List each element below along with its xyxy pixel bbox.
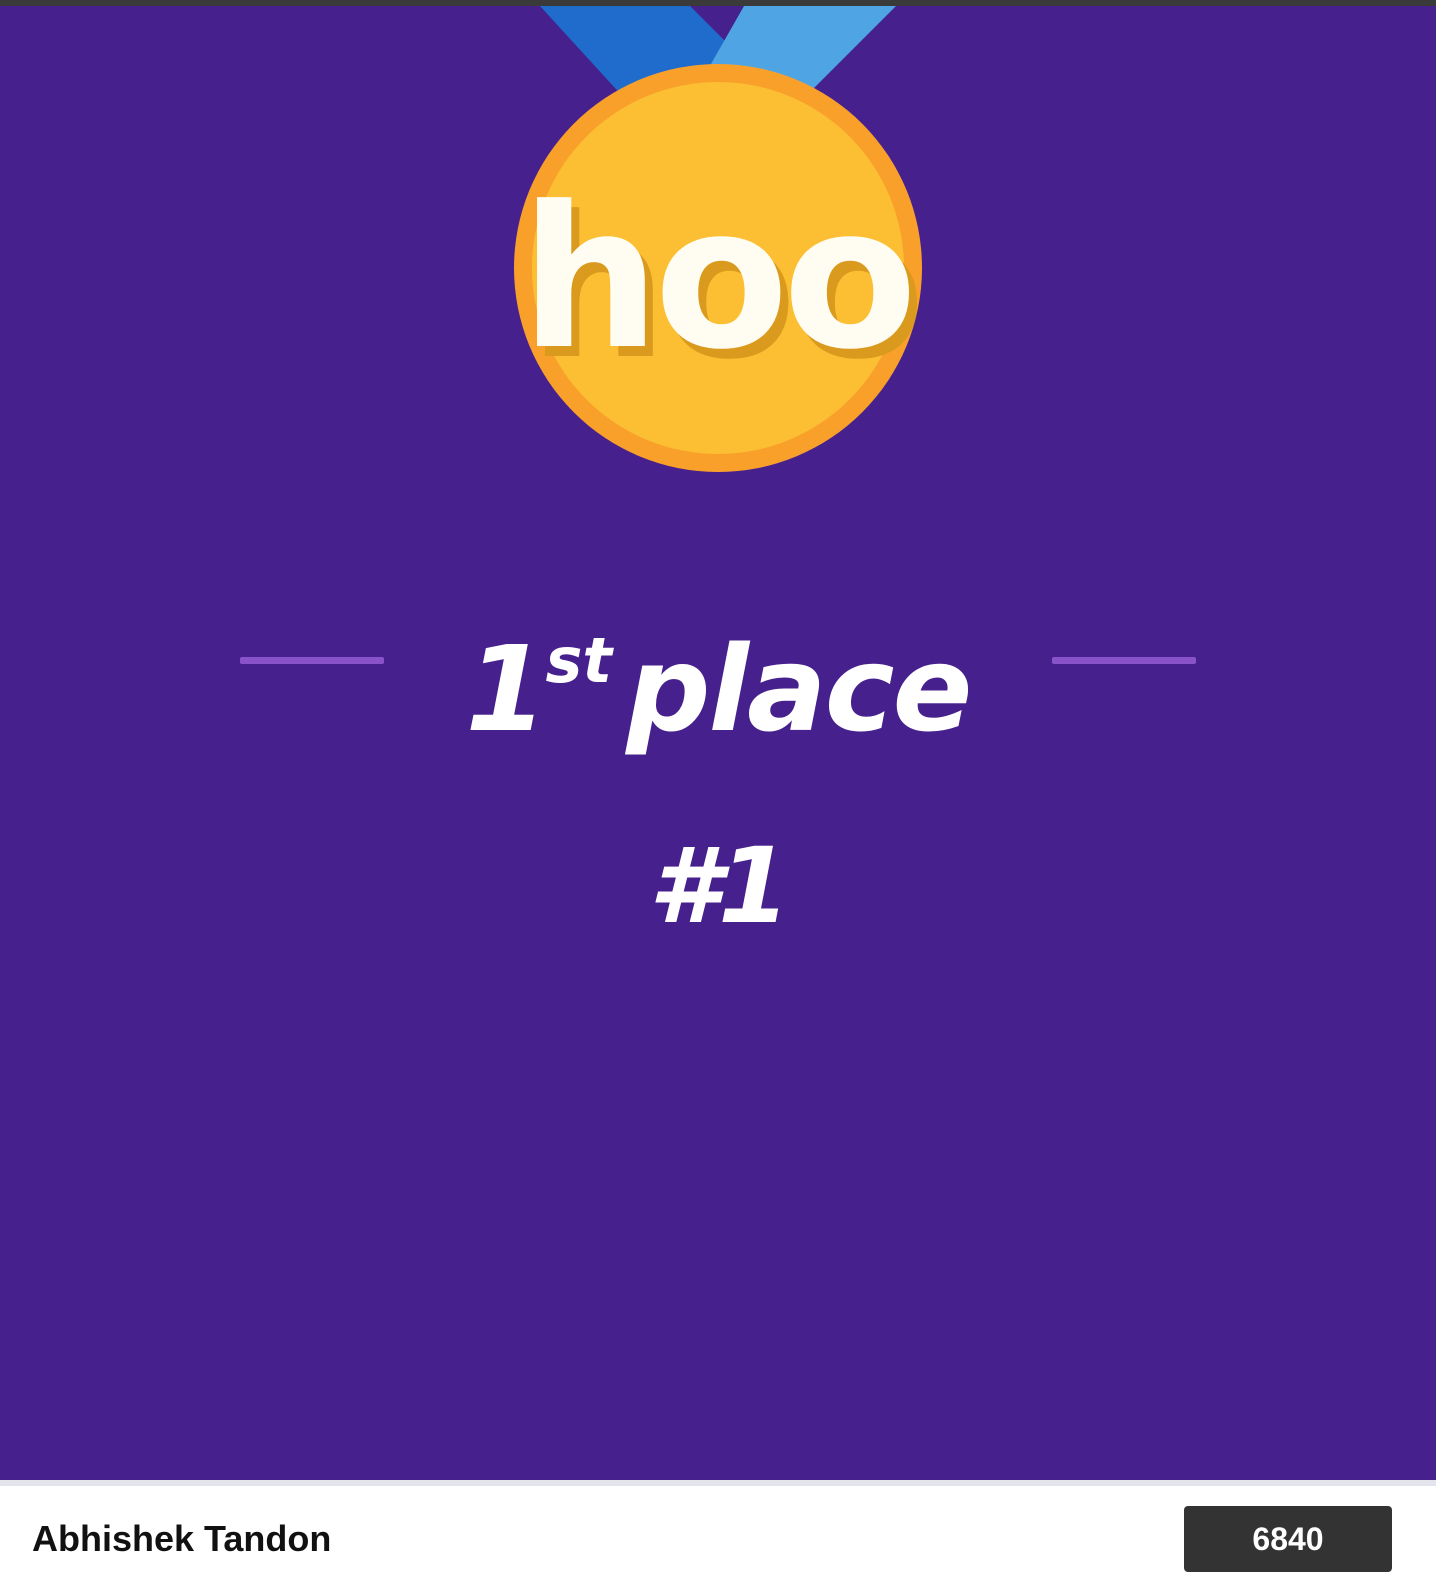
score-badge: 6840 xyxy=(1184,1506,1392,1572)
place-number: 1 xyxy=(465,620,547,758)
place-ordinal-suffix: st xyxy=(545,624,613,697)
placement-heading: 1st place xyxy=(0,586,1436,758)
place-word: place xyxy=(626,620,973,758)
podium-screen: hoo hoo 1st place #1 xyxy=(0,6,1436,1480)
medal-logo-text: hoo xyxy=(521,165,912,393)
divider-right xyxy=(1052,657,1196,664)
gold-medal-icon: hoo hoo xyxy=(514,6,925,472)
player-footer: Abhishek Tandon 6840 xyxy=(0,1480,1436,1584)
place-title: 1st place xyxy=(418,586,1018,758)
player-name: Abhishek Tandon xyxy=(32,1518,332,1559)
divider-left xyxy=(240,657,384,664)
rank-label: #1 xyxy=(648,825,791,947)
